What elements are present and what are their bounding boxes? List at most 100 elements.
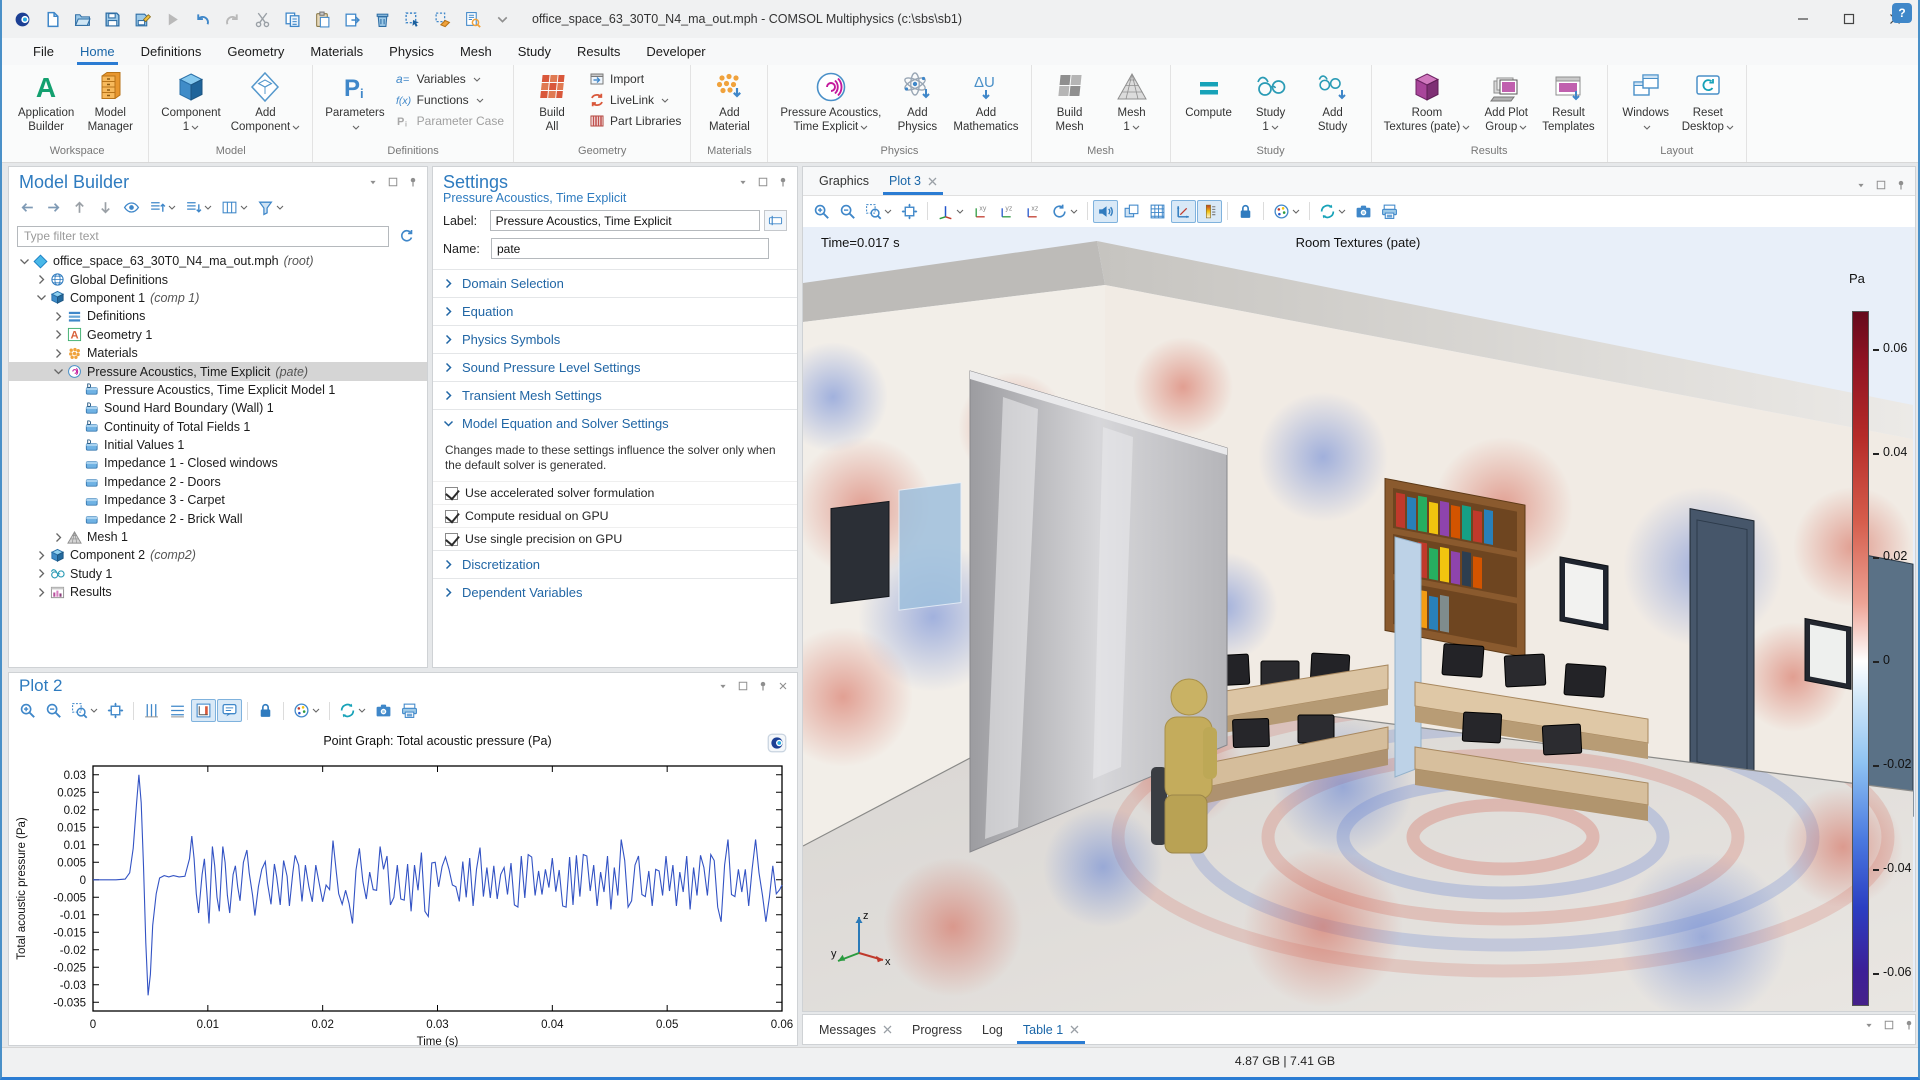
ribbon-functions-button[interactable]: f(x) Functions — [396, 92, 504, 108]
float-panel-button[interactable] — [737, 680, 749, 695]
section-sound-pressure-level-settings[interactable]: Sound Pressure Level Settings — [433, 353, 797, 381]
maximize-button[interactable] — [1826, 0, 1872, 38]
graphics-3d-view[interactable]: Time=0.017 s Room Textures (pate) Pa z x y… — [803, 227, 1915, 1011]
tree-node[interactable]: Impedance 1 - Closed windows — [9, 454, 427, 472]
annotations-button[interactable] — [217, 699, 242, 722]
undo-button[interactable] — [192, 9, 213, 30]
tree-node[interactable]: Global Definitions — [9, 270, 427, 288]
select-box-button[interactable] — [402, 9, 423, 30]
duplicate-button[interactable] — [342, 9, 363, 30]
minimize-button[interactable] — [1780, 0, 1826, 38]
float-panel-button[interactable] — [757, 176, 769, 191]
tree-node[interactable]: Impedance 3 - Carpet — [9, 491, 427, 509]
ribbon-compute-button[interactable]: Compute — [1178, 68, 1240, 122]
checkbox-compute-residual-on-gpu[interactable]: Compute residual on GPU — [433, 504, 797, 527]
zoom-in-button[interactable] — [809, 200, 834, 223]
ribbon-mesh-1-button[interactable]: Mesh 1 — [1101, 68, 1163, 135]
close-panel-button[interactable] — [777, 680, 789, 695]
tree-node[interactable]: Impedance 2 - Brick Wall — [9, 509, 427, 527]
menu-file[interactable]: File — [20, 38, 67, 65]
expand-node-icon[interactable] — [53, 348, 64, 359]
rename-button[interactable] — [763, 210, 787, 231]
ribbon-add-physics-button[interactable]: Add Physics — [886, 68, 948, 135]
new-file-button[interactable] — [42, 9, 63, 30]
go-to-view-button[interactable] — [933, 200, 968, 223]
delete-button[interactable] — [372, 9, 393, 30]
cut-button[interactable] — [252, 9, 273, 30]
update-plot-button[interactable] — [1315, 200, 1350, 223]
y-grid-button[interactable] — [165, 699, 190, 722]
lock-axes-button[interactable] — [253, 699, 278, 722]
pin-button[interactable] — [407, 176, 419, 191]
help-button[interactable]: ? — [1892, 3, 1912, 23]
ribbon-room-textures-pate--button[interactable]: Room Textures (pate) — [1379, 68, 1476, 135]
collapse-all-button[interactable] — [181, 196, 216, 219]
customize-toolbar-button[interactable] — [492, 9, 513, 30]
ribbon-variables-button[interactable]: a = Variables — [396, 71, 504, 87]
ribbon-build-all-button[interactable]: Build All — [521, 68, 583, 135]
image-settings-button[interactable] — [289, 699, 324, 722]
float-panel-button[interactable] — [1883, 1019, 1895, 1044]
tab-graphics[interactable]: Graphics — [809, 167, 879, 195]
ribbon-application-builder-button[interactable]: A Application Builder — [13, 68, 79, 135]
tree-node[interactable]: Definitions — [9, 307, 427, 325]
expand-node-icon[interactable] — [53, 329, 64, 340]
chevron-down-button[interactable] — [737, 176, 749, 191]
expand-node-icon[interactable] — [36, 587, 47, 598]
grid-button[interactable] — [1145, 200, 1170, 223]
play-sound-button[interactable] — [1093, 199, 1118, 223]
expand-all-button[interactable] — [145, 196, 180, 219]
ribbon-result-templates-button[interactable]: Result Templates — [1537, 68, 1599, 135]
ribbon-windows-button[interactable]: Windows — [1615, 68, 1677, 135]
tree-node[interactable]: Pressure Acoustics, Time Explicit (pate) — [9, 362, 427, 381]
show-color-legend-button[interactable] — [1197, 199, 1222, 223]
menu-geometry[interactable]: Geometry — [214, 38, 297, 65]
ribbon-study-1-button[interactable]: Study 1 — [1240, 68, 1302, 135]
view-xz-button[interactable]: xz — [1021, 200, 1046, 223]
tree-node[interactable]: Results — [9, 583, 427, 601]
tree-node[interactable]: D Pressure Acoustics, Time Explicit Mode… — [9, 381, 427, 399]
redo-button[interactable] — [222, 9, 243, 30]
tab-close-icon[interactable] — [928, 177, 937, 186]
node-columns-button[interactable] — [217, 196, 252, 219]
forward-button[interactable] — [41, 196, 66, 219]
collapse-node-icon[interactable] — [19, 256, 30, 267]
back-button[interactable] — [15, 196, 40, 219]
tab-table-1[interactable]: Table 1 — [1013, 1015, 1089, 1044]
open-button[interactable] — [72, 9, 93, 30]
ribbon-add-plot-group-button[interactable]: Add Plot Group — [1475, 68, 1537, 135]
checkbox-use-single-precision-on-gpu[interactable]: Use single precision on GPU — [433, 527, 797, 550]
menu-study[interactable]: Study — [505, 38, 564, 65]
scene-light-button[interactable] — [1119, 200, 1144, 223]
run-button[interactable] — [162, 9, 183, 30]
menu-physics[interactable]: Physics — [376, 38, 447, 65]
tree-node[interactable]: Mesh 1 — [9, 528, 427, 546]
zoom-box-button[interactable] — [861, 200, 896, 223]
copy-button[interactable] — [282, 9, 303, 30]
move-down-button[interactable] — [93, 196, 118, 219]
name-field-input[interactable] — [491, 238, 769, 259]
move-up-button[interactable] — [67, 196, 92, 219]
menu-definitions[interactable]: Definitions — [128, 38, 215, 65]
axis-limits-button[interactable] — [191, 699, 216, 722]
ribbon-pressure-acoustics-time-explicit-button[interactable]: Pressure Acoustics, Time Explicit — [775, 68, 886, 135]
section-discretization[interactable]: Discretization — [433, 550, 797, 578]
paste-button[interactable] — [312, 9, 333, 30]
update-plot-button[interactable] — [335, 699, 370, 722]
checkbox-use-accelerated-solver-formulation[interactable]: Use accelerated solver formulation — [433, 481, 797, 504]
collapse-node-icon[interactable] — [53, 366, 64, 377]
section-transient-mesh-settings[interactable]: Transient Mesh Settings — [433, 381, 797, 409]
tree-node[interactable]: Component 1 (comp 1) — [9, 289, 427, 307]
save-as-button[interactable] — [132, 9, 153, 30]
tab-close-icon[interactable] — [883, 1025, 892, 1034]
room-3d-scene[interactable] — [803, 227, 1915, 1011]
image-settings-button[interactable] — [1269, 200, 1304, 223]
ribbon-build-mesh-button[interactable]: Build Mesh — [1039, 68, 1101, 135]
section-equation[interactable]: Equation — [433, 297, 797, 325]
tree-node[interactable]: D Continuity of Total Fields 1 — [9, 418, 427, 436]
tab-close-icon[interactable] — [1070, 1025, 1079, 1034]
show-axes-button[interactable] — [1171, 199, 1196, 223]
menu-results[interactable]: Results — [564, 38, 633, 65]
save-button[interactable] — [102, 9, 123, 30]
find-button[interactable] — [462, 9, 483, 30]
